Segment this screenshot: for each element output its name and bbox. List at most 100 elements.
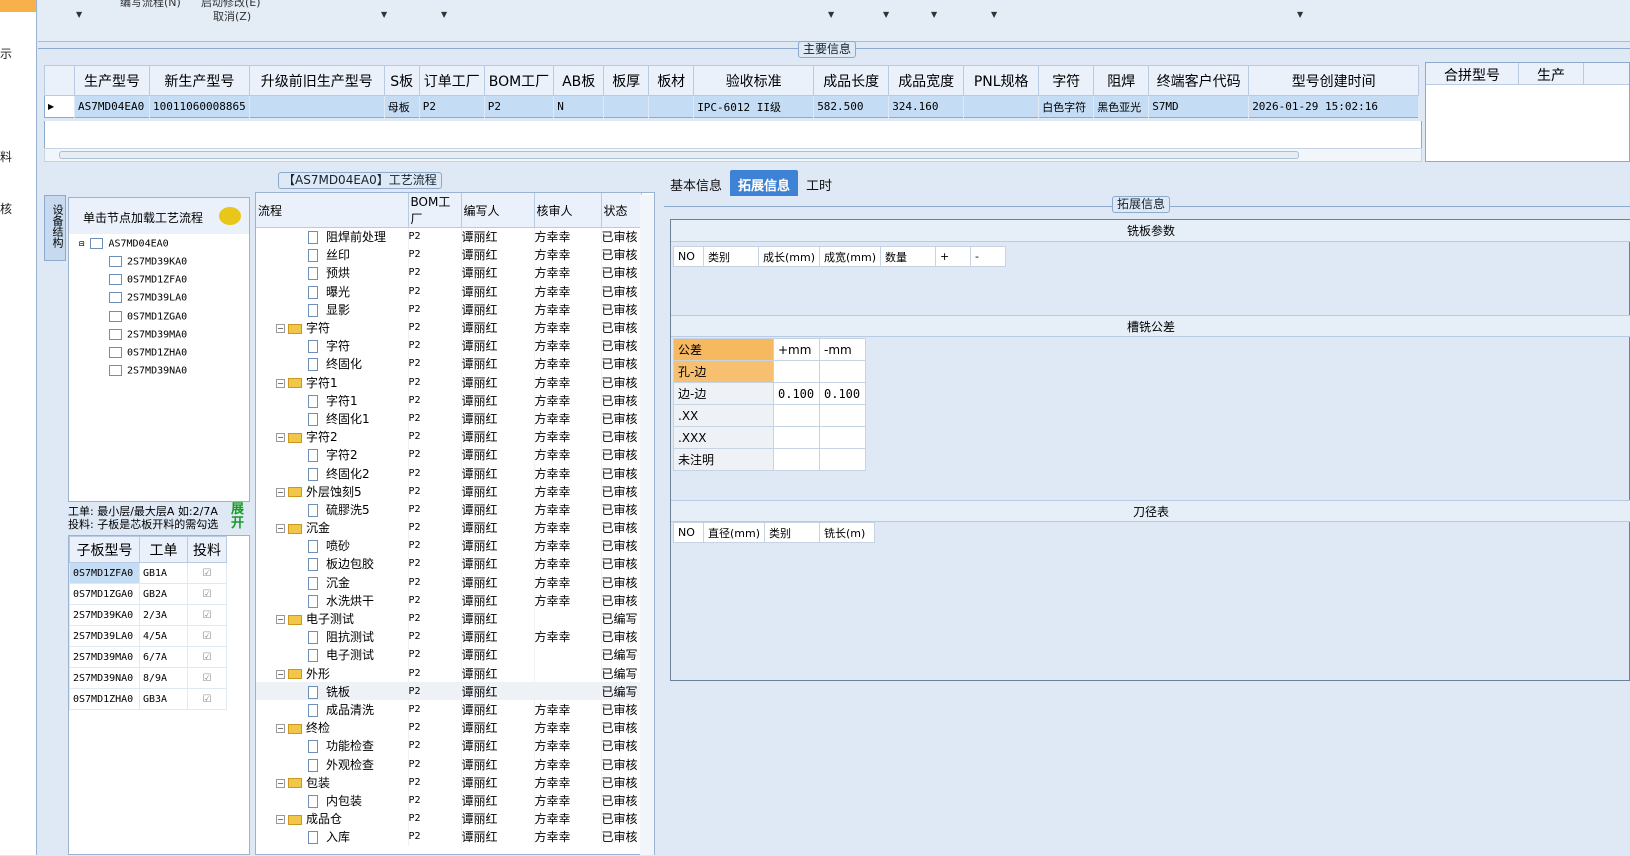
device-structure-tab[interactable]: 设备结构 <box>44 195 66 261</box>
main-col-header[interactable]: 新生产型号 <box>149 65 250 96</box>
tolerance-col-header[interactable]: +mm <box>773 338 820 361</box>
tolerance-value[interactable] <box>773 360 820 383</box>
dropdown-arrow-icon[interactable]: ▼ <box>441 10 447 19</box>
tolerance-col-header[interactable]: -mm <box>819 338 866 361</box>
main-cell[interactable]: 2026-01-29 15:02:16 <box>1248 95 1420 118</box>
sub-board-row[interactable]: 2S7MD39MA0 6/7A ☑ <box>69 646 227 668</box>
menu-write-flow[interactable]: 编写流程(N) <box>120 0 181 10</box>
dropdown-arrow-icon[interactable]: ▼ <box>381 10 387 19</box>
flow-row[interactable]: 显影 P2 谭丽红 方幸幸 已审核 <box>256 300 642 319</box>
flow-row[interactable]: 曝光 P2 谭丽红 方幸幸 已审核 <box>256 282 642 301</box>
flow-row[interactable]: 喷砂 P2 谭丽红 方幸幸 已审核 <box>256 536 642 555</box>
main-cell[interactable] <box>963 95 1040 118</box>
flow-row[interactable]: 阻抗测试 P2 谭丽红 方幸幸 已审核 <box>256 627 642 646</box>
horizontal-scrollbar[interactable] <box>44 148 1422 162</box>
milling-col-header[interactable]: 成长(mm) <box>757 246 821 267</box>
sub-board-row[interactable]: 2S7MD39LA0 4/5A ☑ <box>69 625 227 647</box>
main-col-header[interactable]: 字符 <box>1038 65 1095 96</box>
tolerance-value[interactable] <box>773 448 820 471</box>
tool-col-header[interactable]: 类别 <box>764 522 821 543</box>
tool-col-header[interactable]: 铣长(m) <box>819 522 876 543</box>
sub-board-row[interactable]: 0S7MD1ZGA0 GB2A ☑ <box>69 583 227 605</box>
milling-col-header[interactable]: - <box>970 246 1007 267</box>
main-col-header[interactable]: 终端客户代码 <box>1148 65 1250 96</box>
tolerance-value[interactable] <box>773 426 820 449</box>
flow-row[interactable]: 成品清洗 P2 谭丽红 方幸幸 已审核 <box>256 700 642 719</box>
tolerance-value[interactable] <box>819 360 866 383</box>
nav-item-2[interactable]: 料 <box>0 148 12 165</box>
main-col-header[interactable]: 型号创建时间 <box>1248 65 1420 96</box>
flow-row[interactable]: 硫膠洗5 P2 谭丽红 方幸幸 已审核 <box>256 500 642 519</box>
tree-node[interactable]: 2S7MD39MA0 <box>109 328 187 340</box>
feed-checkbox[interactable]: ☑ <box>187 583 227 605</box>
feed-checkbox[interactable]: ☑ <box>187 646 227 668</box>
main-cell[interactable]: S7MD <box>1148 95 1250 118</box>
main-col-header[interactable]: 板材 <box>648 65 695 96</box>
collapse-icon[interactable]: − <box>276 778 285 788</box>
main-cell[interactable]: 582.500 <box>813 95 890 118</box>
flow-row[interactable]: 外观检查 P2 谭丽红 方幸幸 已审核 <box>256 754 642 774</box>
collapse-icon[interactable]: − <box>276 524 285 534</box>
dropdown-arrow-icon[interactable]: ▼ <box>76 10 82 19</box>
flow-row[interactable]: − 字符1 P2 谭丽红 方幸幸 已审核 <box>256 373 642 392</box>
tab-work-hours[interactable]: 工时 <box>798 170 840 196</box>
feed-checkbox[interactable]: ☑ <box>187 562 227 584</box>
tool-col-header[interactable]: 直径(mm) <box>702 522 766 543</box>
tolerance-value[interactable] <box>819 448 866 471</box>
flow-row[interactable]: − 字符2 P2 谭丽红 方幸幸 已审核 <box>256 427 642 446</box>
nav-item-3[interactable]: 核 <box>0 200 12 217</box>
flow-row[interactable]: − 沉金 P2 谭丽红 方幸幸 已审核 <box>256 518 642 537</box>
main-col-header[interactable]: PNL规格 <box>963 65 1040 96</box>
main-col-header[interactable]: S板 <box>383 65 420 96</box>
flow-row[interactable]: − 字符 P2 谭丽红 方幸幸 已审核 <box>256 318 642 337</box>
main-col-header[interactable]: 成品长度 <box>813 65 890 96</box>
milling-col-header[interactable]: 成宽(mm) <box>819 246 882 267</box>
sub-board-row[interactable]: 2S7MD39KA0 2/3A ☑ <box>69 604 227 626</box>
tree-node[interactable]: 0S7MD1ZGA0 <box>109 310 187 322</box>
tolerance-row[interactable]: 边-边 0.100 0.100 <box>673 382 866 405</box>
tool-col-header[interactable]: NO <box>673 522 704 543</box>
flow-row[interactable]: 铣板 P2 谭丽红 已编写 <box>256 682 642 701</box>
tolerance-row[interactable]: 未注明 <box>673 448 866 471</box>
main-cell[interactable]: IPC-6012 II级 <box>693 95 815 118</box>
tolerance-value[interactable] <box>819 426 866 449</box>
flow-row[interactable]: 终固化2 P2 谭丽红 方幸幸 已审核 <box>256 463 642 483</box>
main-col-header[interactable]: 验收标准 <box>693 65 815 96</box>
flow-row[interactable]: 字符2 P2 谭丽红 方幸幸 已审核 <box>256 445 642 464</box>
flow-row[interactable]: − 终检 P2 谭丽红 方幸幸 已审核 <box>256 718 642 737</box>
nav-item-1[interactable]: 示 <box>0 45 12 62</box>
flow-row[interactable]: 入库 P2 谭丽红 方幸幸 已审核 <box>256 827 642 846</box>
tolerance-value[interactable] <box>819 404 866 427</box>
main-cell[interactable]: AS7MD04EA0 <box>74 95 150 118</box>
tree-node[interactable]: 2S7MD39NA0 <box>109 365 187 377</box>
main-col-header[interactable]: 板厚 <box>603 65 650 96</box>
flow-row[interactable]: 预烘 P2 谭丽红 方幸幸 已审核 <box>256 263 642 283</box>
flow-row[interactable]: 终固化 P2 谭丽红 方幸幸 已审核 <box>256 354 642 373</box>
tree-node-root[interactable]: ⊟ AS7MD04EA0 <box>79 238 169 250</box>
milling-col-header[interactable]: + <box>935 246 972 267</box>
main-cell[interactable]: 白色字符 <box>1038 95 1095 118</box>
vertical-scrollbar[interactable] <box>640 195 654 855</box>
flow-row[interactable]: 字符1 P2 谭丽红 方幸幸 已审核 <box>256 391 642 410</box>
main-cell[interactable] <box>648 95 695 118</box>
milling-col-header[interactable]: 数量 <box>880 246 937 267</box>
main-col-header[interactable]: 订单工厂 <box>418 65 485 96</box>
chat-bubble-icon[interactable] <box>219 207 241 225</box>
feed-checkbox[interactable]: ☑ <box>187 625 227 647</box>
flow-row[interactable]: 功能检查 P2 谭丽红 方幸幸 已审核 <box>256 736 642 755</box>
dropdown-arrow-icon[interactable]: ▼ <box>828 10 834 19</box>
tolerance-value[interactable] <box>773 404 820 427</box>
sub-board-row[interactable]: 0S7MD1ZHA0 GB3A ☑ <box>69 688 227 710</box>
expand-button[interactable]: 展开 <box>231 503 248 533</box>
main-cell[interactable] <box>249 95 385 118</box>
main-col-header[interactable]: AB板 <box>553 65 605 96</box>
dropdown-arrow-icon[interactable]: ▼ <box>931 10 937 19</box>
scrollbar-thumb[interactable] <box>59 151 1299 159</box>
tolerance-row[interactable]: .XX <box>673 404 866 427</box>
flow-row[interactable]: − 成品仓 P2 谭丽红 方幸幸 已审核 <box>256 809 642 828</box>
flow-row[interactable]: − 外形 P2 谭丽红 已编写 <box>256 664 642 683</box>
main-cell[interactable]: P2 <box>419 95 485 118</box>
flow-row[interactable]: 板边包胶 P2 谭丽红 方幸幸 已审核 <box>256 554 642 574</box>
dropdown-arrow-icon[interactable]: ▼ <box>883 10 889 19</box>
feed-checkbox[interactable]: ☑ <box>187 604 227 626</box>
